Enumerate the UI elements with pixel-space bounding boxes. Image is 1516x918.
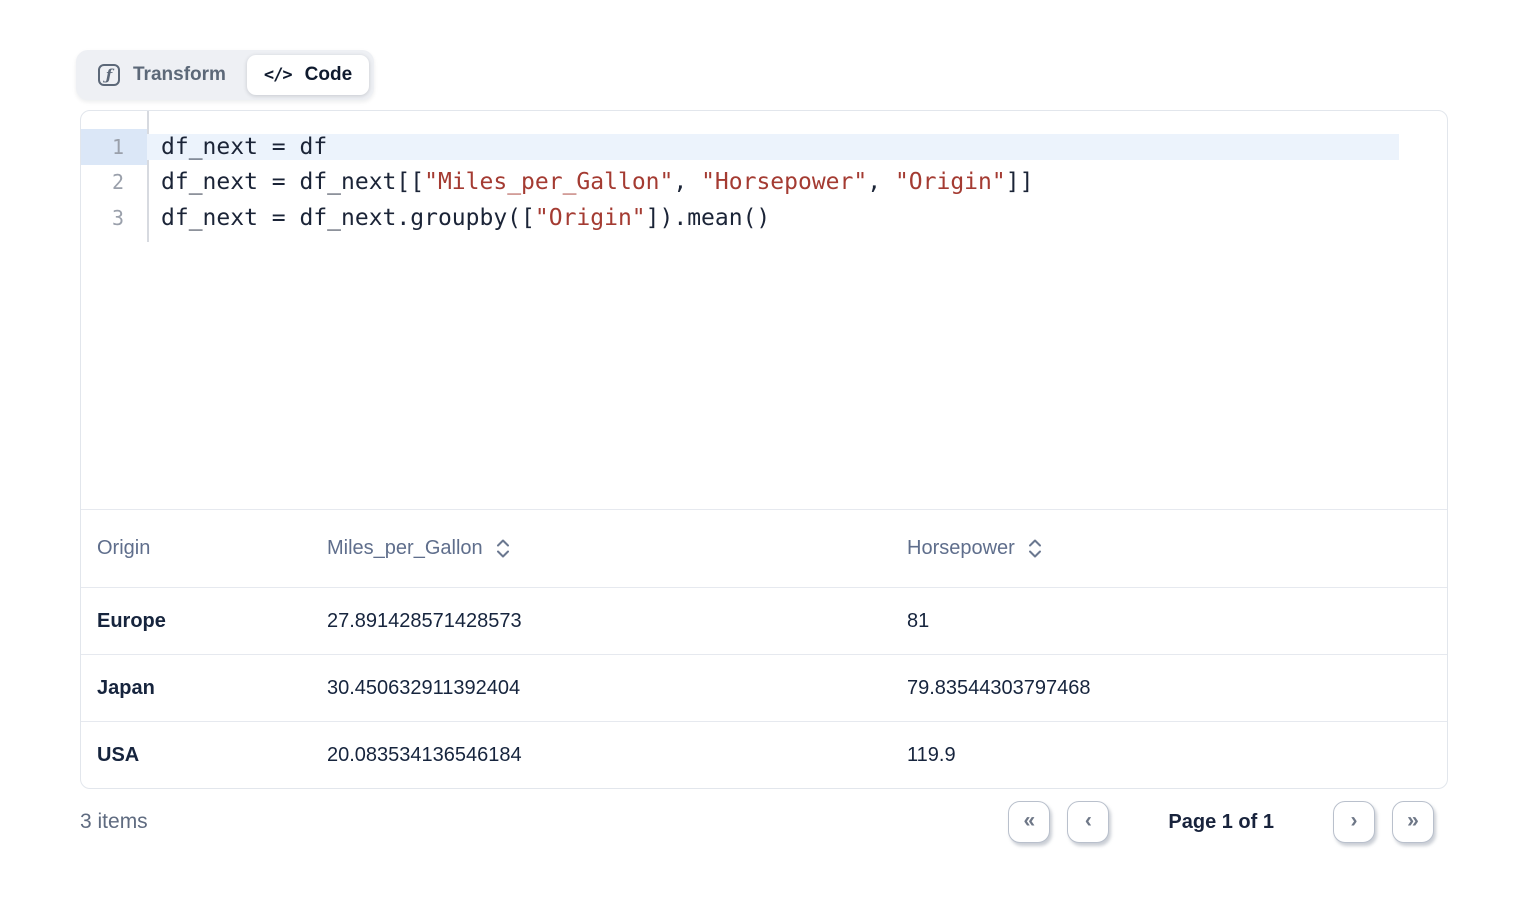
column-header-horsepower[interactable]: Horsepower	[891, 537, 1447, 560]
first-page-button[interactable]: «	[1008, 801, 1050, 843]
first-page-icon: «	[1024, 810, 1036, 831]
pagination: « ‹ Page 1 of 1 › »	[1008, 801, 1434, 843]
next-page-icon: ›	[1351, 810, 1358, 831]
code-line-text: df_next = df	[147, 134, 1399, 160]
cell-miles-per-gallon: 30.450632911392404	[311, 677, 891, 700]
cell-origin: Europe	[81, 610, 311, 633]
cell-miles-per-gallon: 27.891428571428573	[311, 610, 891, 633]
page-indicator: Page 1 of 1	[1168, 811, 1274, 834]
code-line-text: df_next = df_next.groupby(["Origin"]).me…	[147, 205, 1447, 231]
prev-page-icon: ‹	[1085, 810, 1092, 831]
tab-code[interactable]: </> Code	[247, 55, 369, 95]
table-row: Europe 27.891428571428573 81	[81, 588, 1447, 655]
sort-icon[interactable]	[1028, 538, 1042, 559]
last-page-button[interactable]: »	[1392, 801, 1434, 843]
next-page-button[interactable]: ›	[1333, 801, 1375, 843]
sort-icon[interactable]	[496, 538, 510, 559]
table-footer: 3 items « ‹ Page 1 of 1 › »	[80, 801, 1448, 843]
code-line-text: df_next = df_next[["Miles_per_Gallon", "…	[147, 169, 1447, 195]
prev-page-button[interactable]: ‹	[1067, 801, 1109, 843]
cell-origin: Japan	[81, 677, 311, 700]
table-row: USA 20.083534136546184 119.9	[81, 722, 1447, 789]
column-header-miles-per-gallon[interactable]: Miles_per_Gallon	[311, 537, 891, 560]
code-editor[interactable]: 1 df_next = df 2 df_next = df_next[["Mil…	[81, 111, 1447, 510]
function-icon: ƒ	[98, 64, 120, 86]
last-page-icon: »	[1407, 810, 1419, 831]
cell-miles-per-gallon: 20.083534136546184	[311, 744, 891, 767]
data-table: Origin Miles_per_Gallon Horsepower	[81, 510, 1447, 789]
code-line: 2 df_next = df_next[["Miles_per_Gallon",…	[81, 165, 1447, 201]
cell-horsepower: 79.83544303797468	[891, 677, 1447, 700]
cell-origin: USA	[81, 744, 311, 767]
code-line: 3 df_next = df_next.groupby(["Origin"]).…	[81, 200, 1447, 236]
line-number: 3	[81, 200, 147, 236]
results-card: 1 df_next = df 2 df_next = df_next[["Mil…	[80, 110, 1448, 789]
code-line: 1 df_next = df	[81, 129, 1447, 165]
cell-horsepower: 119.9	[891, 744, 1447, 767]
column-header-origin: Origin	[81, 537, 311, 560]
code-icon: </>	[264, 65, 292, 85]
line-number: 2	[81, 165, 147, 201]
tab-code-label: Code	[305, 64, 353, 86]
items-count: 3 items	[80, 810, 148, 834]
table-header-row: Origin Miles_per_Gallon Horsepower	[81, 510, 1447, 588]
line-number: 1	[81, 129, 147, 165]
tab-transform[interactable]: ƒ Transform	[81, 55, 243, 95]
table-row: Japan 30.450632911392404 79.835443037974…	[81, 655, 1447, 722]
tab-transform-label: Transform	[133, 64, 226, 86]
view-tabbar: ƒ Transform </> Code	[76, 50, 374, 100]
cell-horsepower: 81	[891, 610, 1447, 633]
